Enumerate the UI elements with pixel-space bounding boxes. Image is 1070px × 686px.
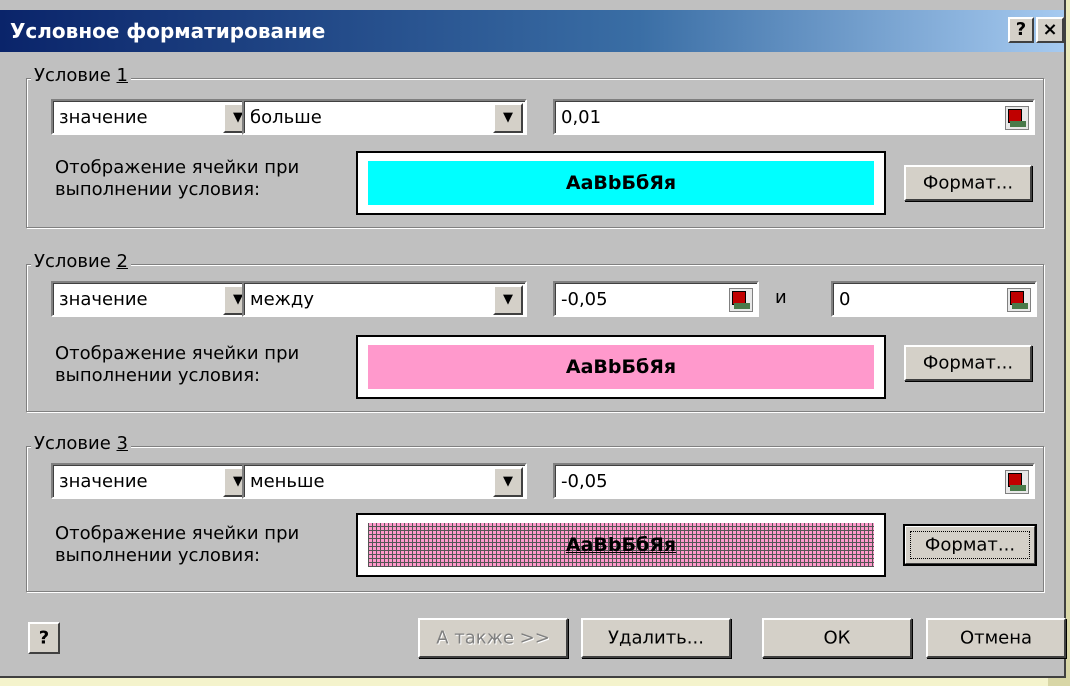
condition-2-operator-select[interactable]: между ▼: [242, 281, 527, 317]
condition-3-preview-swatch: АаBbБбЯя: [368, 523, 874, 567]
condition-3-type-select[interactable]: значение ▼: [51, 463, 257, 499]
chevron-down-icon[interactable]: ▼: [493, 285, 523, 315]
close-button[interactable]: ×: [1036, 17, 1064, 43]
range-select-icon[interactable]: [1005, 470, 1029, 494]
condition-2-value2-input[interactable]: 0: [831, 281, 1037, 317]
chevron-down-icon[interactable]: ▼: [493, 467, 523, 497]
range-select-icon[interactable]: [1007, 288, 1031, 312]
close-icon: ×: [1042, 19, 1058, 40]
condition-1-type-select[interactable]: значение ▼: [51, 99, 257, 135]
condition-2-preview-swatch: АаBbБбЯя: [368, 345, 874, 389]
condition-2-legend: Условие 2: [31, 251, 131, 272]
cancel-button[interactable]: Отмена: [926, 618, 1066, 658]
condition-1-operator-select[interactable]: больше ▼: [242, 99, 527, 135]
condition-2-value1-input[interactable]: -0,05: [553, 281, 759, 317]
between-and-label: и: [775, 287, 787, 308]
conditional-formatting-dialog: Условное форматирование ? × Условие 1 зн…: [0, 0, 1066, 678]
condition-2-preview: АаBbБбЯя: [356, 335, 886, 399]
condition-3-format-button[interactable]: Формат...: [903, 524, 1037, 566]
help-icon[interactable]: ?: [28, 622, 60, 654]
condition-3-preview: АаBbБбЯя: [356, 513, 886, 577]
condition-2-group: Условие 2 значение ▼ между ▼ -0,05 и 0 О…: [26, 251, 1044, 412]
condition-3-legend: Условие 3: [31, 433, 131, 454]
condition-1-preview-label: Отображение ячейки при выполнении услови…: [55, 157, 300, 200]
condition-3-operator-select[interactable]: меньше ▼: [242, 463, 527, 499]
condition-1-preview-swatch: АаBbБбЯя: [368, 161, 874, 205]
title-bar: Условное форматирование ? ×: [0, 10, 1064, 52]
condition-3-value-input[interactable]: -0,05: [553, 463, 1035, 499]
condition-1-value-input[interactable]: 0,01: [553, 99, 1035, 135]
condition-1-legend: Условие 1: [31, 65, 131, 86]
chevron-down-icon[interactable]: ▼: [493, 103, 523, 133]
range-select-icon[interactable]: [729, 288, 753, 312]
condition-1-group: Условие 1 значение ▼ больше ▼ 0,01 Отобр…: [26, 65, 1044, 228]
condition-2-preview-label: Отображение ячейки при выполнении услови…: [55, 343, 300, 386]
ok-button[interactable]: ОК: [762, 618, 912, 658]
delete-button[interactable]: Удалить...: [581, 618, 731, 658]
condition-2-format-button[interactable]: Формат...: [904, 345, 1032, 381]
help-button[interactable]: ?: [1008, 17, 1034, 43]
condition-3-group: Условие 3 значение ▼ меньше ▼ -0,05 Отоб…: [26, 433, 1044, 592]
condition-2-type-select[interactable]: значение ▼: [51, 281, 257, 317]
dialog-title: Условное форматирование: [10, 19, 326, 43]
condition-1-preview: АаBbБбЯя: [356, 151, 886, 215]
condition-1-format-button[interactable]: Формат...: [904, 165, 1032, 201]
condition-3-preview-label: Отображение ячейки при выполнении услови…: [55, 523, 300, 566]
range-select-icon[interactable]: [1005, 106, 1029, 130]
also-button: А также >>: [418, 618, 568, 658]
